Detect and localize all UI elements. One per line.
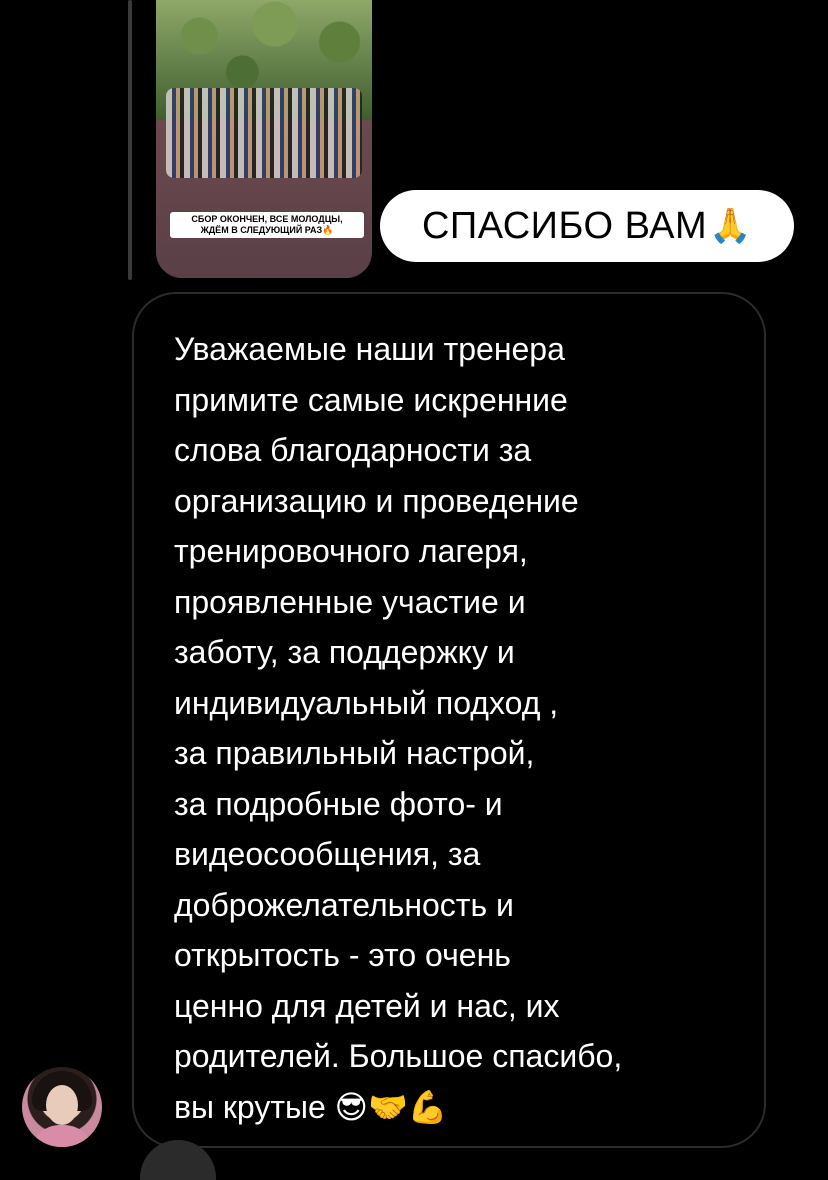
story-caption: СБОР ОКОНЧЕН, ВСЕ МОЛОДЦЫ, ЖДЁМ В СЛЕДУЮ… [170,212,364,238]
story-photo-group [166,88,362,178]
sender-avatar[interactable] [22,1067,102,1147]
story-reply-thumbnail[interactable]: СБОР ОКОНЧЕН, ВСЕ МОЛОДЦЫ, ЖДЁМ В СЛЕДУЮ… [156,0,372,278]
message-bubble[interactable]: Уважаемые наши тренера примите самые иск… [132,292,766,1148]
story-caption-line2: ЖДЁМ В СЛЕДУЮЩИЙ РАЗ🔥 [200,225,334,235]
avatar-shirt [30,1125,94,1147]
avatar-face [46,1085,78,1125]
reaction-message-bubble[interactable]: СПАСИБО ВАМ 🙏 [380,190,794,262]
reply-indicator-bar [128,0,132,280]
story-caption-line1: СБОР ОКОНЧЕН, ВСЕ МОЛОДЦЫ, [191,214,343,224]
message-text: Уважаемые наши тренера примите самые иск… [174,331,623,1125]
praying-hands-icon: 🙏 [709,207,753,245]
reaction-text: СПАСИБО ВАМ [421,204,708,247]
